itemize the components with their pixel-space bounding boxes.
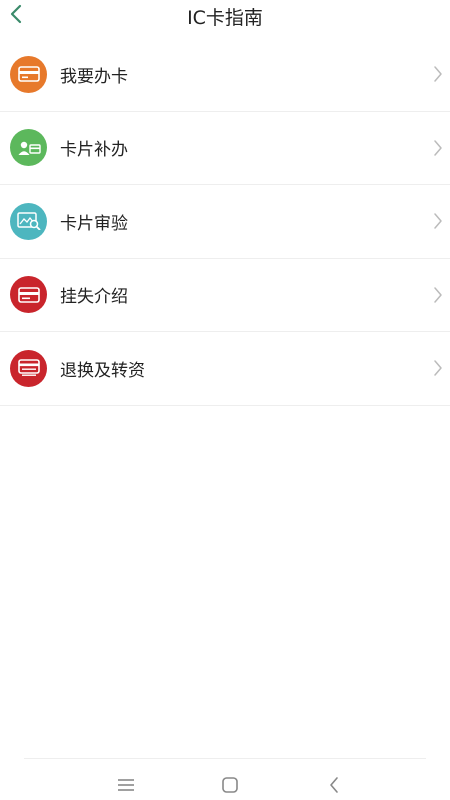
chevron-right-icon [432,64,444,84]
list-item-label: 卡片补办 [60,140,128,161]
list-item-label: 卡片审验 [60,213,128,234]
page-title: IC卡指南 [187,7,263,29]
chevron-right-icon [432,138,444,158]
list-item-refund-transfer[interactable]: 退换及转资 [0,332,450,406]
list-item-label: 挂失介绍 [60,287,128,308]
chevron-right-icon [432,211,444,231]
list-item-apply-card[interactable]: 我要办卡 [0,38,450,112]
menu-icon [118,779,134,791]
card-icon [10,276,47,314]
card-inspect-icon [10,202,47,240]
home-square-icon [222,777,238,793]
list-item-reissue-card[interactable]: 卡片补办 [0,112,450,185]
nav-back-button[interactable] [322,773,346,797]
nav-menu-button[interactable] [114,773,138,797]
guide-list: 我要办卡 卡片补办 卡片审验 挂失介绍 退换及转资 [0,38,450,406]
nav-home-button[interactable] [218,773,242,797]
chevron-right-icon [432,358,444,378]
screen: IC卡指南 我要办卡 卡片补办 卡片审验 挂失介绍 退换及转资 [0,0,450,800]
user-card-icon [10,129,47,167]
card-icon [10,55,47,93]
header: IC卡指南 [0,0,450,36]
chevron-right-icon [432,285,444,305]
system-nav-bar [24,758,426,800]
back-triangle-icon [330,777,338,793]
list-item-inspect-card[interactable]: 卡片审验 [0,185,450,259]
list-item-label: 我要办卡 [60,66,128,87]
card-transfer-icon [10,349,47,387]
list-item-label: 退换及转资 [60,360,145,381]
list-item-report-loss[interactable]: 挂失介绍 [0,259,450,332]
